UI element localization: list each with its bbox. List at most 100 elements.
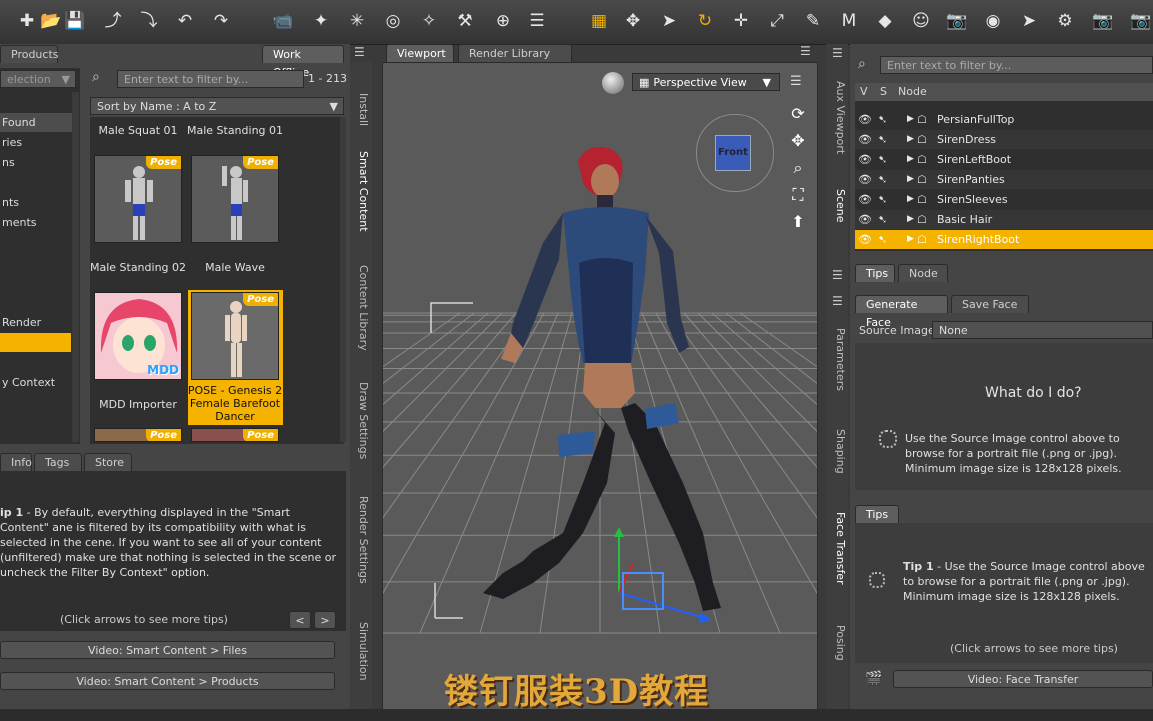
universal-tool-icon[interactable]: ✥: [620, 8, 646, 34]
spotlight-icon[interactable]: ✦: [308, 8, 334, 34]
joint-editor-icon[interactable]: ⚒: [452, 8, 478, 34]
video-smart-content-files-button[interactable]: Video: Smart Content > Files: [0, 641, 335, 659]
frame-icon[interactable]: ⛶: [788, 181, 808, 208]
orbit-icon[interactable]: ⟳: [788, 100, 808, 127]
save-icon[interactable]: 💾: [62, 8, 88, 34]
tool-icon[interactable]: ⚙: [1052, 8, 1078, 34]
video-smart-content-products-button[interactable]: Video: Smart Content > Products: [0, 672, 335, 690]
category-item[interactable]: [0, 233, 72, 252]
select-arrow-icon[interactable]: ➷: [878, 210, 887, 229]
export-icon[interactable]: ⤵: [136, 8, 162, 34]
zoom-icon[interactable]: ⌕: [788, 154, 808, 181]
category-item[interactable]: Render: [0, 313, 72, 332]
camera-add-icon[interactable]: 📹: [270, 8, 296, 34]
category-item[interactable]: y Context: [0, 373, 72, 392]
category-item[interactable]: [0, 293, 72, 312]
tool-icon[interactable]: 📷: [1128, 8, 1153, 34]
vtab-parameters[interactable]: Parameters: [829, 326, 847, 392]
vtab-install[interactable]: Install: [352, 80, 370, 140]
vtab-scene[interactable]: Scene: [829, 186, 847, 226]
translate-icon[interactable]: ✛: [728, 8, 754, 34]
col-node[interactable]: Node: [898, 83, 927, 101]
category-item[interactable]: ns: [0, 153, 72, 172]
tab-tips-2[interactable]: Tips: [855, 505, 899, 523]
expand-icon[interactable]: ▶: [907, 150, 914, 169]
content-item-male-wave[interactable]: Pose: [191, 155, 279, 243]
tab-tips[interactable]: Tips: [855, 264, 895, 282]
node-icon[interactable]: ☺: [908, 8, 934, 34]
vtab-render-settings[interactable]: Render Settings: [352, 495, 370, 585]
select-icon[interactable]: ➤: [656, 8, 682, 34]
select-arrow-icon[interactable]: ➷: [878, 190, 887, 209]
vtab-face-transfer[interactable]: Face Transfer: [829, 508, 847, 588]
category-selected[interactable]: [0, 333, 71, 352]
reset-icon[interactable]: ⬆: [788, 208, 808, 235]
category-item[interactable]: ments: [0, 213, 72, 232]
render-icon[interactable]: ▦: [586, 8, 612, 34]
expand-icon[interactable]: ▶: [907, 210, 914, 229]
category-item[interactable]: [0, 173, 72, 192]
geometry-icon[interactable]: M: [836, 8, 862, 34]
expand-icon[interactable]: ▶: [907, 110, 914, 129]
select-arrow-icon[interactable]: ➷: [878, 110, 887, 129]
undo-icon[interactable]: ↶: [172, 8, 198, 34]
select-arrow-icon[interactable]: ➷: [878, 150, 887, 169]
new-icon[interactable]: ✚: [14, 8, 40, 34]
source-image-dropdown[interactable]: None: [932, 321, 1153, 339]
eye-icon[interactable]: 👁: [858, 230, 872, 249]
camera-view-dropdown[interactable]: ▦ Perspective View ▼: [632, 73, 780, 91]
vtab-simulation[interactable]: Simulation: [352, 618, 370, 684]
select-arrow-icon[interactable]: ➷: [878, 170, 887, 189]
vtab-shaping[interactable]: Shaping: [829, 426, 847, 476]
vtab-aux-viewport[interactable]: Aux Viewport: [829, 80, 847, 156]
expand-icon[interactable]: ▶: [907, 130, 914, 149]
expand-icon[interactable]: ▶: [907, 170, 914, 189]
expand-icon[interactable]: ▶: [907, 190, 914, 209]
category-item[interactable]: [0, 353, 72, 372]
view-cube[interactable]: Front: [696, 114, 774, 192]
eye-icon[interactable]: 👁: [858, 190, 872, 209]
scene-node-row[interactable]: 👁 ➷ ▶ ☖ SirenLeftBoot: [855, 150, 1153, 169]
content-item[interactable]: Pose: [94, 428, 182, 442]
col-selectable[interactable]: S: [880, 83, 887, 101]
eye-icon[interactable]: 👁: [858, 110, 872, 129]
vtab-content-library[interactable]: Content Library: [352, 262, 370, 354]
category-item[interactable]: Found: [0, 113, 72, 132]
panel-menu-icon[interactable]: ☰: [354, 45, 368, 59]
filter-input[interactable]: Enter text to filter by...: [117, 70, 304, 88]
vtab-draw-settings[interactable]: Draw Settings: [352, 380, 370, 462]
rotate-icon[interactable]: ↻: [692, 8, 718, 34]
layout-icon[interactable]: ☰: [524, 8, 550, 34]
content-item-genesis2-barefoot-dancer[interactable]: Pose: [191, 292, 279, 380]
viewport-menu-icon[interactable]: ☰: [800, 44, 811, 58]
tab-generate-face[interactable]: Generate Face: [855, 295, 948, 329]
category-item[interactable]: nts: [0, 193, 72, 212]
col-visible[interactable]: V: [860, 83, 868, 101]
tab-store[interactable]: Store: [84, 453, 132, 471]
content-item-mdd-importer[interactable]: MDD: [94, 292, 182, 380]
category-item[interactable]: ries: [0, 133, 72, 152]
tab-viewport[interactable]: Viewport: [386, 44, 454, 62]
category-scrollbar[interactable]: [72, 92, 79, 442]
tab-render-library[interactable]: Render Library: [458, 44, 572, 62]
select-arrow-icon[interactable]: ➷: [878, 130, 887, 149]
draw-style-sphere-icon[interactable]: [602, 72, 624, 94]
content-item[interactable]: Pose: [191, 428, 279, 442]
select-arrow-icon[interactable]: ➷: [878, 230, 887, 249]
camera-icon[interactable]: ◉: [980, 8, 1006, 34]
scene-node-row[interactable]: 👁 ➷ ▶ ☖ Basic Hair: [855, 210, 1153, 229]
scene-node-row[interactable]: 👁 ➷ ▶ ☖ SirenSleeves: [855, 190, 1153, 209]
tab-products[interactable]: Products: [0, 45, 59, 63]
face-menu-icon[interactable]: ☰: [832, 294, 843, 308]
view-cube-front[interactable]: Front: [715, 135, 751, 171]
transform-icon[interactable]: ⊕: [490, 8, 516, 34]
vtab-smart-content[interactable]: Smart Content: [352, 146, 370, 236]
tool-icon[interactable]: 📷: [1090, 8, 1116, 34]
category-item[interactable]: [0, 273, 72, 292]
grid-scrollbar[interactable]: [340, 117, 346, 442]
distant-light-icon[interactable]: ✳: [344, 8, 370, 34]
tab-save-face[interactable]: Save Face: [951, 295, 1029, 313]
import-icon[interactable]: ⤴: [100, 8, 126, 34]
surface-icon[interactable]: ◆: [872, 8, 898, 34]
vtab-posing[interactable]: Posing: [829, 620, 847, 666]
